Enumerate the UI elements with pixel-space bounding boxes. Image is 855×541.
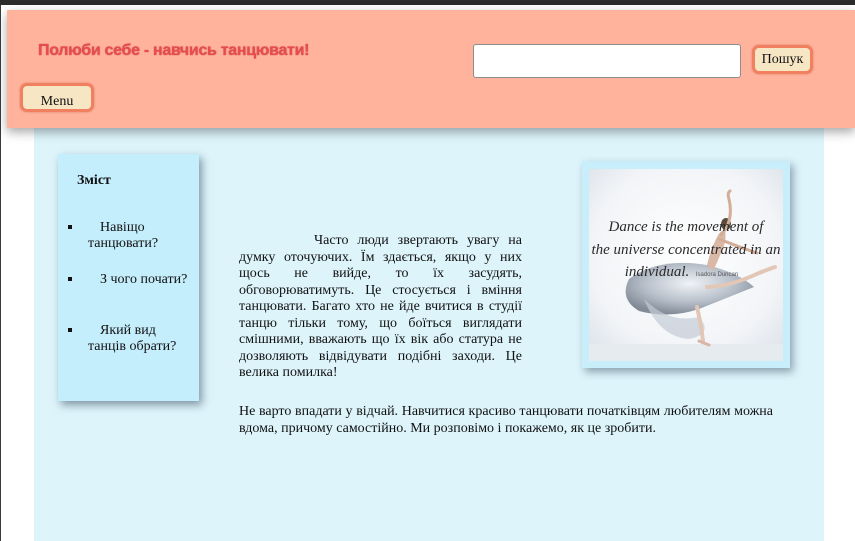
image-quote-author: Isadora Duncan	[696, 272, 738, 278]
window-left-border	[0, 5, 1, 541]
toc-title: Зміст	[77, 173, 111, 188]
search-input[interactable]	[473, 44, 741, 78]
dancer-image-frame: Dance is the movement of the universe co…	[582, 161, 790, 368]
square-bullet-icon	[68, 225, 72, 229]
square-bullet-icon	[68, 277, 72, 281]
menu-button[interactable]: Menu	[20, 83, 94, 112]
toc-item-where-to-start[interactable]: З чого почати?	[68, 272, 188, 288]
toc-item-label[interactable]: Навіщо танцювати?	[88, 220, 188, 252]
square-bullet-icon	[68, 328, 72, 332]
window-top-border	[0, 0, 855, 5]
toc-item-dance-type[interactable]: Який вид танців обрати?	[68, 323, 188, 355]
site-title: Полюби себе - навчись танцювати!	[38, 42, 310, 59]
article-paragraph-2: Не варто впадати у відчай. Навчитися кра…	[239, 404, 773, 436]
toc-item-label[interactable]: Який вид танців обрати?	[88, 323, 188, 355]
table-of-contents: Зміст Навіщо танцювати? З чого почати? Я…	[58, 154, 199, 401]
site-header: Полюби себе - навчись танцювати! Пошук M…	[7, 10, 855, 128]
toc-item-label[interactable]: З чого почати?	[88, 272, 188, 288]
image-quote-line-2: the universe concentrated in an	[591, 242, 780, 258]
dancer-image: Dance is the movement of the universe co…	[589, 169, 783, 361]
toc-item-why-dance[interactable]: Навіщо танцювати?	[68, 220, 188, 252]
article-paragraph-1: Часто люди звертають увагу на думку оточ…	[239, 233, 522, 380]
image-quote-line-1: Dance is the movement of	[608, 219, 766, 235]
image-quote-line-3: individual.	[625, 264, 690, 280]
search-button[interactable]: Пошук	[752, 45, 813, 74]
